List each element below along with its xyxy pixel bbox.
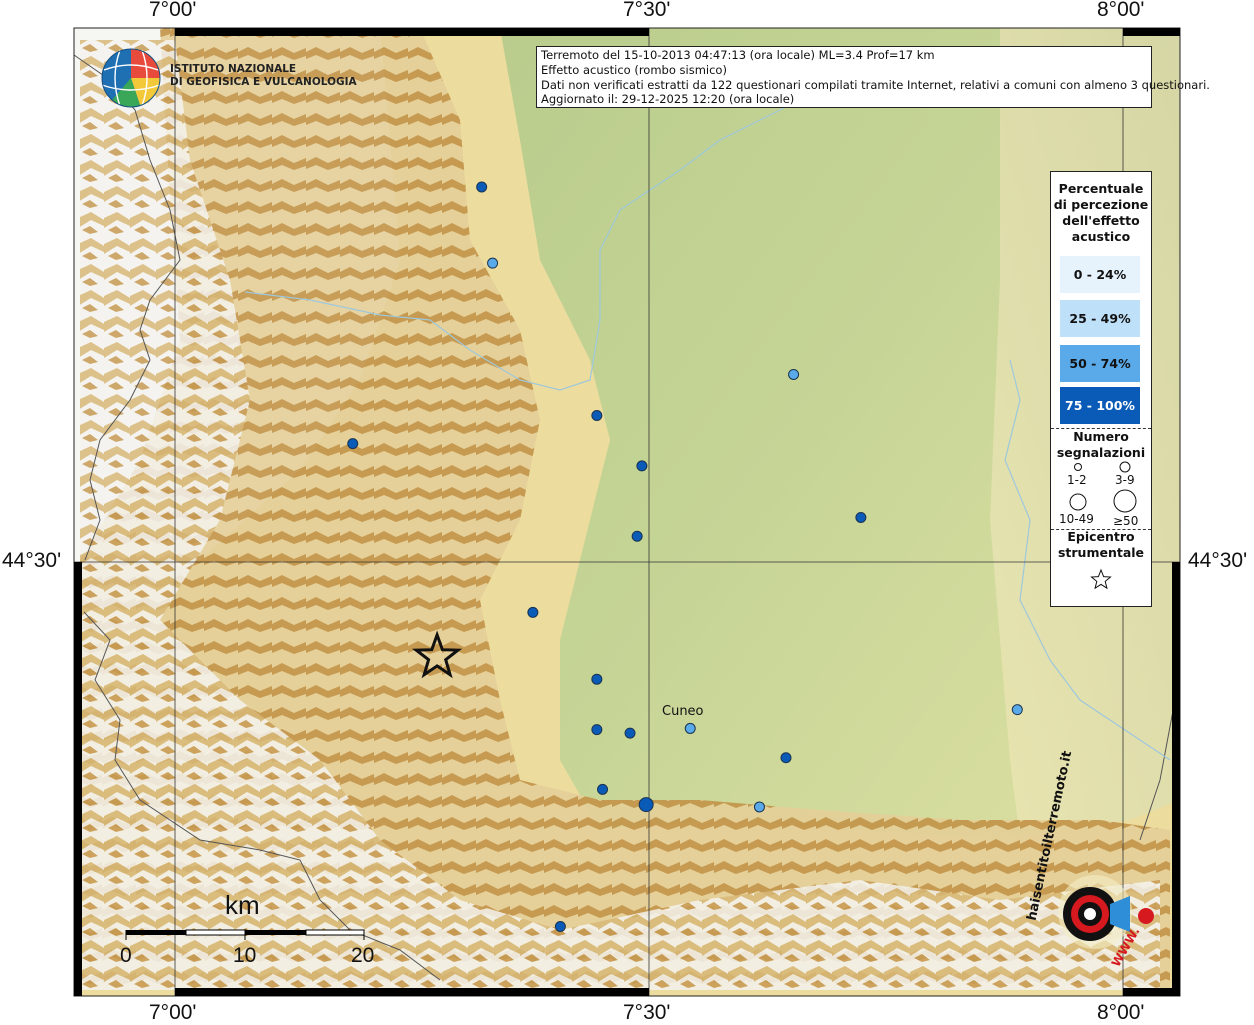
report-point [554, 920, 566, 932]
city-label-cuneo: Cuneo [662, 704, 704, 719]
report-point [855, 511, 867, 523]
lon-tick-label-top: 8°00' [1097, 0, 1145, 21]
report-point [527, 606, 539, 618]
lon-tick-label-top: 7°00' [149, 0, 197, 21]
legend-count-3-9: 3-9 [1115, 473, 1135, 487]
map-legend: Percentuale di percezione dell'effetto a… [1050, 171, 1152, 607]
report-point [788, 368, 800, 380]
institute-name: ISTITUTO NAZIONALE DI GEOFISICA E VULCAN… [170, 63, 357, 88]
legend-size-symbols [1069, 461, 1137, 513]
report-point [591, 724, 603, 736]
event-title: Terremoto del 15-10-2013 04:47:13 (ora l… [541, 48, 935, 62]
report-point [347, 438, 359, 450]
data-note: Dati non verificati estratti da 122 ques… [541, 77, 1210, 92]
report-point [753, 801, 765, 813]
report-point [591, 673, 603, 685]
scale-label-20: 20 [351, 944, 375, 967]
legend-star-icon [1090, 568, 1112, 590]
legend-percent-title: Percentuale di percezione dell'effetto a… [1053, 181, 1149, 244]
report-point [624, 727, 636, 739]
scale-unit: km [225, 890, 260, 920]
legend-class-25-49: 25 - 49% [1060, 300, 1140, 337]
report-point [636, 460, 648, 472]
lon-tick-label-top: 7°30' [623, 0, 671, 21]
lat-tick-label-right: 44°30' [1188, 549, 1248, 572]
lon-tick-label-bottom: 7°00' [149, 1001, 197, 1024]
lon-tick-label-bottom: 8°00' [1097, 1001, 1145, 1024]
scale-label-0: 0 [120, 944, 132, 967]
report-point [780, 752, 792, 764]
lat-tick-label-left: 44°30' [2, 549, 62, 572]
scale-label-10: 10 [233, 944, 257, 967]
legend-class-75-100: 75 - 100% [1060, 387, 1140, 424]
ingv-logo-globe [101, 48, 161, 108]
legend-class-50-74: 50 - 74% [1060, 345, 1140, 382]
report-point [591, 410, 603, 421]
report-point [684, 722, 696, 734]
report-point [631, 530, 643, 542]
lon-tick-label-bottom: 7°30' [623, 1001, 671, 1024]
event-subtitle: Effetto acustico (rombo sismico) [541, 62, 727, 77]
legend-class-0-24: 0 - 24% [1060, 256, 1140, 293]
update-timestamp: Aggiornato il: 29-12-2025 12:20 (ora loc… [541, 92, 795, 107]
legend-count-1-2: 1-2 [1067, 473, 1087, 487]
legend-count-10-49: 10-49 [1059, 512, 1094, 526]
report-point [1011, 704, 1023, 716]
report-point [638, 797, 654, 813]
report-point [597, 783, 609, 795]
watermark-text: haisentitoilterremoto.it WWW. [1025, 750, 1143, 970]
legend-count-title: Numero segnalazioni [1056, 429, 1146, 460]
report-point [487, 257, 499, 269]
legend-epicenter-title: Epicentro strumentale [1057, 529, 1145, 560]
report-point [476, 181, 488, 193]
event-info-box: Terremoto del 15-10-2013 04:47:13 (ora l… [536, 46, 1210, 108]
legend-count-50-plus: ≥50 [1113, 514, 1139, 528]
